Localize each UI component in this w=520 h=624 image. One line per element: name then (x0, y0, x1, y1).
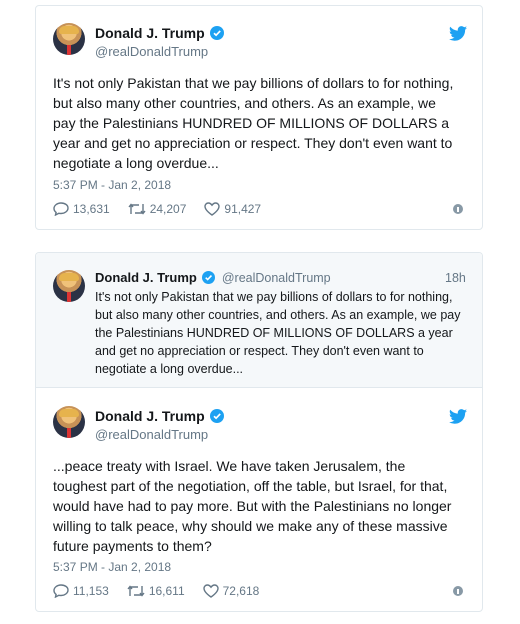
retweet-icon (127, 585, 145, 597)
like-button[interactable]: 72,618 (202, 584, 260, 598)
author-name[interactable]: Donald J. Trump (95, 25, 205, 41)
info-icon[interactable] (453, 586, 463, 596)
like-count: 91,427 (224, 202, 262, 216)
reply-count: 13,631 (73, 202, 110, 216)
verified-badge-icon (209, 409, 224, 423)
reply-icon (53, 202, 69, 216)
twitter-bird-icon[interactable] (449, 26, 467, 41)
info-icon[interactable] (453, 204, 463, 214)
quoted-tweet[interactable]: Donald J. Trump @realDonaldTrump 18h It'… (36, 253, 482, 388)
author-handle[interactable]: @realDonaldTrump (222, 271, 331, 285)
verified-badge-icon (209, 26, 224, 40)
reply-button[interactable]: 13,631 (53, 202, 110, 216)
tweet-card: Donald J. Trump @realDonaldTrump It's no… (35, 5, 483, 230)
tweet-card: Donald J. Trump @realDonaldTrump 18h It'… (35, 252, 483, 612)
author-handle[interactable]: @realDonaldTrump (95, 44, 208, 59)
reply-count: 11,153 (73, 584, 109, 598)
author-handle[interactable]: @realDonaldTrump (95, 427, 208, 442)
tweet-text: ...peace treaty with Israel. We have tak… (53, 458, 452, 554)
avatar[interactable] (53, 270, 85, 302)
avatar[interactable] (53, 406, 85, 438)
twitter-bird-icon[interactable] (449, 409, 467, 424)
heart-icon (202, 584, 219, 598)
relative-time[interactable]: 18h (445, 271, 466, 285)
heart-icon (204, 202, 221, 216)
avatar[interactable] (53, 23, 85, 55)
like-count: 72,618 (222, 584, 260, 598)
retweet-icon (128, 203, 146, 215)
quoted-tweet-text: It's not only Pakistan that we pay billi… (95, 290, 461, 376)
reply-icon (53, 584, 69, 598)
reply-button[interactable]: 11,153 (53, 584, 109, 598)
tweet-text: It's not only Pakistan that we pay billi… (53, 75, 454, 171)
author-name[interactable]: Donald J. Trump (95, 270, 197, 285)
timestamp[interactable]: 5:37 PM - Jan 2, 2018 (53, 560, 171, 574)
author-name[interactable]: Donald J. Trump (95, 408, 205, 424)
retweet-count: 24,207 (149, 202, 187, 216)
timestamp[interactable]: 5:37 PM - Jan 2, 2018 (53, 178, 171, 192)
retweet-button[interactable]: 16,611 (127, 584, 185, 598)
retweet-button[interactable]: 24,207 (128, 202, 187, 216)
verified-badge-icon (202, 271, 216, 285)
like-button[interactable]: 91,427 (204, 202, 261, 216)
retweet-count: 16,611 (148, 584, 185, 598)
